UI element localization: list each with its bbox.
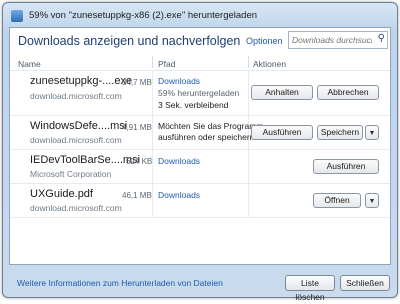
file-source: download.microsoft.com: [30, 91, 122, 101]
options-link[interactable]: Optionen: [246, 36, 283, 46]
ie-download-icon: [11, 10, 23, 22]
column-divider: [152, 116, 153, 149]
search-icon[interactable]: ⚲: [378, 33, 385, 44]
close-button[interactable]: Schließen: [340, 275, 390, 291]
column-header-actions[interactable]: Aktionen: [253, 59, 286, 69]
downloads-panel: Downloads anzeigen und nachverfolgen Opt…: [9, 27, 391, 265]
dropdown-arrow-icon: ▼: [368, 198, 376, 205]
download-row[interactable]: UXGuide.pdf 46,1 MB download.microsoft.c…: [10, 184, 390, 218]
file-source: Microsoft Corporation: [30, 169, 112, 179]
file-size: 624 KB: [126, 157, 153, 166]
column-divider: [152, 71, 153, 115]
save-dropdown-button[interactable]: ▼: [365, 125, 379, 140]
file-name: zunesetuppkg-....exe: [30, 75, 133, 87]
path-link[interactable]: Downloads: [158, 156, 200, 166]
file-name: WindowsDefe....msi: [30, 120, 128, 132]
cancel-button[interactable]: Abbrechen: [317, 85, 379, 100]
open-dropdown-button[interactable]: ▼: [365, 193, 379, 208]
window-title: 59% von "zunesetuppkg-x86 (2).exe" herun…: [29, 10, 258, 21]
dropdown-arrow-icon: ▼: [368, 130, 376, 137]
page-title: Downloads anzeigen und nachverfolgen: [18, 34, 241, 48]
file-source: download.microsoft.com: [30, 135, 122, 145]
column-header-path[interactable]: Pfad: [158, 59, 176, 69]
download-manager-window: 59% von "zunesetuppkg-x86 (2).exe" herun…: [2, 2, 398, 302]
path-link[interactable]: Downloads: [158, 190, 200, 200]
more-info-link[interactable]: Weitere Informationen zum Herunterladen …: [17, 278, 223, 288]
search-input[interactable]: [292, 33, 372, 46]
column-divider: [152, 184, 153, 217]
progress-text: 59% heruntergeladen: [158, 88, 240, 98]
file-size: 46,1 MB: [122, 191, 152, 200]
file-size: 34,7 MB: [122, 78, 152, 87]
file-size: 4,91 MB: [122, 123, 152, 132]
clear-list-button[interactable]: Liste löschen: [285, 275, 335, 302]
run-button[interactable]: Ausführen: [313, 159, 379, 174]
column-divider: [152, 56, 153, 68]
column-divider: [248, 150, 249, 183]
column-divider: [248, 71, 249, 115]
column-divider: [248, 56, 249, 68]
column-divider: [152, 150, 153, 183]
path-link[interactable]: Downloads: [158, 76, 200, 86]
download-row[interactable]: WindowsDefe....msi 4,91 MB download.micr…: [10, 116, 390, 150]
file-name: UXGuide.pdf: [30, 188, 93, 200]
column-divider: [248, 184, 249, 217]
file-source: download.microsoft.com: [30, 203, 122, 213]
download-row[interactable]: zunesetuppkg-....exe 34,7 MB download.mi…: [10, 71, 390, 116]
column-header-name[interactable]: Name: [18, 59, 41, 69]
search-box[interactable]: ⚲: [288, 31, 388, 49]
file-name: IEDevToolBarSe....msi: [30, 154, 141, 166]
run-button[interactable]: Ausführen: [251, 125, 313, 140]
time-remaining: 3 Sek. verbleibend: [158, 100, 229, 110]
run-or-save-prompt: Möchten Sie das Programm: [158, 121, 264, 131]
download-row[interactable]: IEDevToolBarSe....msi 624 KB Microsoft C…: [10, 150, 390, 184]
open-button[interactable]: Öffnen: [313, 193, 361, 208]
pause-button[interactable]: Anhalten: [251, 85, 313, 100]
run-or-save-prompt: ausführen oder speichern?: [158, 132, 260, 142]
save-button[interactable]: Speichern: [317, 125, 363, 140]
title-bar[interactable]: 59% von "zunesetuppkg-x86 (2).exe" herun…: [3, 3, 397, 29]
